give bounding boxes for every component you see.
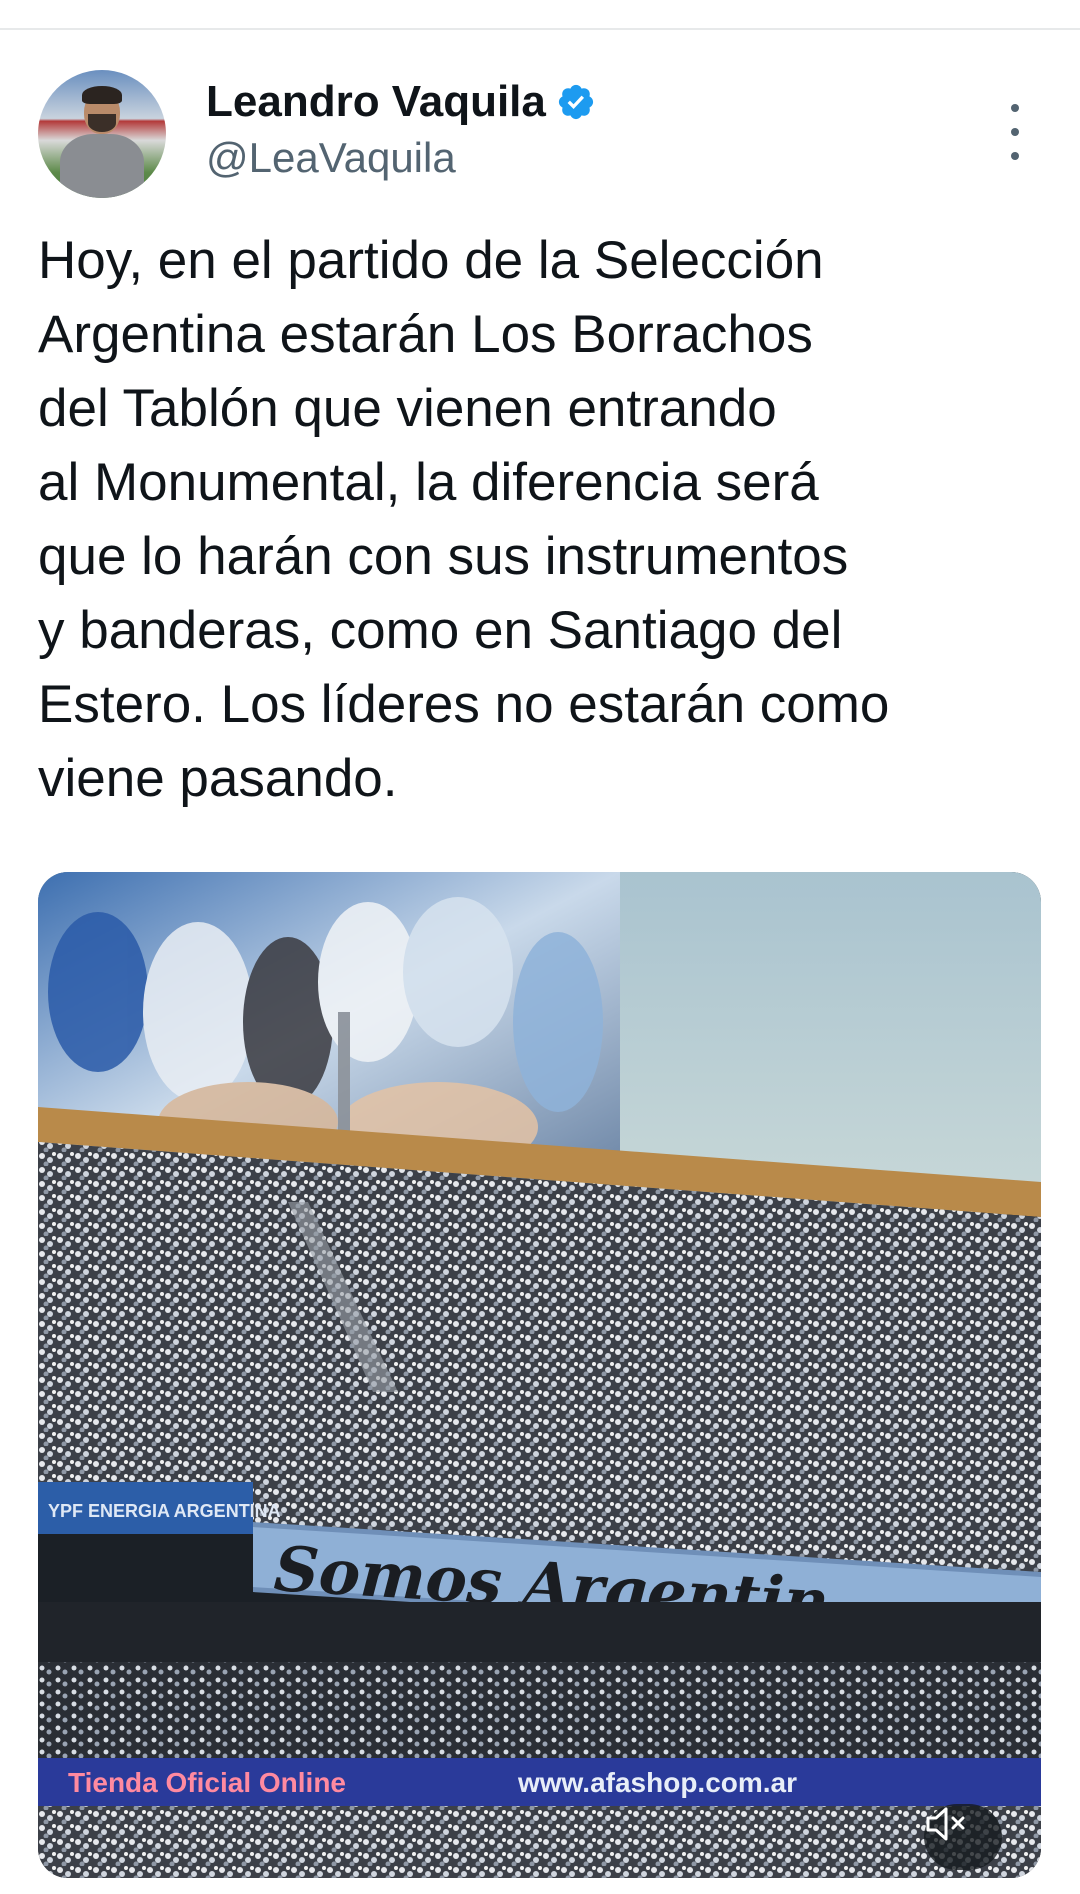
verified-badge-icon[interactable] <box>556 82 596 122</box>
author-name-row: Leandro Vaquila <box>206 74 596 130</box>
sponsor-strip-text: YPF ENERGIA ARGENTINA <box>48 1501 281 1521</box>
volume-muted-icon[interactable] <box>924 1804 1002 1870</box>
more-options-icon[interactable] <box>1000 96 1030 168</box>
video-frame: YPF ENERGIA ARGENTINA Somos Argentin Tie… <box>38 872 1041 1878</box>
tweet-text-line: Argentina estarán Los Borrachos <box>38 305 813 364</box>
ad-board-left-text: Tienda Oficial Online <box>68 1767 346 1798</box>
tweet-text-line: viene pasando. <box>38 749 398 808</box>
tweet-text-line: Hoy, en el partido de la Selección <box>38 231 824 290</box>
author-display-name[interactable]: Leandro Vaquila <box>206 77 546 127</box>
tweet-text-line: y banderas, como en Santiago del <box>38 601 843 660</box>
author-avatar[interactable] <box>38 70 166 198</box>
video-player[interactable]: YPF ENERGIA ARGENTINA Somos Argentin Tie… <box>38 872 1041 1878</box>
tweet-text-line: que lo harán con sus instrumentos <box>38 527 849 586</box>
author-handle[interactable]: @LeaVaquila <box>206 134 456 182</box>
tweet-text-line: del Tablón que vienen entrando <box>38 379 777 438</box>
tweet-text-line: Estero. Los líderes no estarán como <box>38 675 890 734</box>
tweet-text: Hoy, en el partido de la Selección Argen… <box>38 224 1048 816</box>
ad-board-right-text: www.afashop.com.ar <box>517 1767 797 1798</box>
tweet[interactable]: Leandro Vaquila @LeaVaquila Hoy, en el p… <box>0 30 1080 1894</box>
tweet-text-line: al Monumental, la diferencia será <box>38 453 819 512</box>
